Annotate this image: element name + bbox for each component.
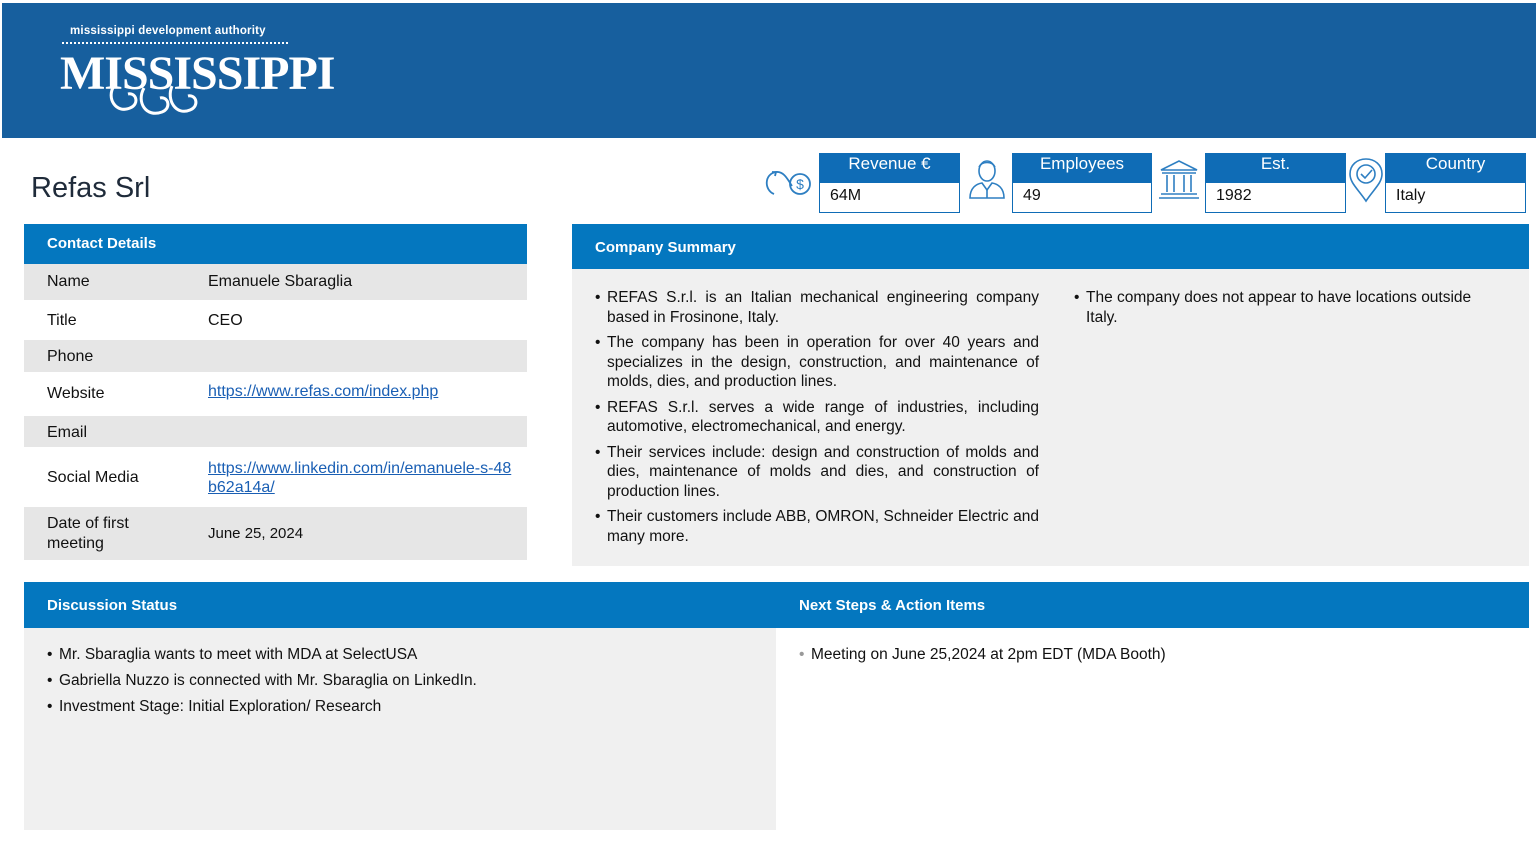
contact-row-title: Title CEO [24,300,527,340]
svg-text:$: $ [796,176,804,192]
company-name: Refas Srl [31,172,151,204]
contact-row-email: Email [24,416,527,447]
logo-tagline: mississippi development authority [70,25,266,37]
contact-row-name: Name Emanuele Sbaraglia [24,264,527,300]
website-link[interactable]: https://www.refas.com/index.php [208,383,438,400]
location-pin-icon [1349,158,1383,203]
contact-row-first-meeting: Date of first meeting June 25, 2024 [24,507,527,560]
established-value: 1982 [1216,187,1252,204]
employees-label: Employees [1013,154,1151,183]
next-steps-list: Meeting on June 25,2024 at 2pm EDT (MDA … [799,645,1499,665]
discussion-bullet: Investment Stage: Initial Exploration/ R… [47,697,747,717]
established-stat: Est. 1982 [1205,153,1346,213]
institution-icon [1159,160,1199,199]
contact-label: Date of first meeting [47,515,129,552]
discussion-list: Mr. Sbaraglia wants to meet with MDA at … [47,645,747,717]
employees-value: 49 [1023,187,1041,204]
established-label: Est. [1206,154,1345,183]
revenue-label: Revenue € [820,154,959,183]
discussion-bullet: Mr. Sbaraglia wants to meet with MDA at … [47,645,747,665]
logo-swirl-icon [109,85,198,115]
next-step-bullet: Meeting on June 25,2024 at 2pm EDT (MDA … [799,645,1499,665]
next-steps-heading: Next Steps & Action Items [776,582,1529,628]
contact-value: https://www.linkedin.com/in/emanuele-s-4… [208,459,518,497]
logo-dotted-rule [62,42,288,44]
contact-row-phone: Phone [24,340,527,372]
contact-row-social: Social Media https://www.linkedin.com/in… [24,447,527,507]
company-summary-heading: Company Summary [572,224,1529,269]
contact-value: https://www.refas.com/index.php [208,383,438,401]
summary-list-left: REFAS S.r.l. is an Italian mechanical en… [595,288,1039,552]
revenue-value: 64M [830,187,862,204]
discussion-bullet: Gabriella Nuzzo is connected with Mr. Sb… [47,671,747,691]
contact-label: Title [47,312,77,329]
contact-row-website: Website https://www.refas.com/index.php [24,372,527,416]
country-label: Country [1386,154,1525,183]
person-icon [969,160,1005,199]
summary-list-right: The company does not appear to have loca… [1074,288,1494,327]
contact-value: Emanuele Sbaraglia [208,273,353,290]
summary-bullet: The company has been in operation for ov… [595,333,1039,392]
summary-bullet: REFAS S.r.l. serves a wide range of indu… [595,398,1039,437]
linkedin-link[interactable]: https://www.linkedin.com/in/emanuele-s-4… [208,460,511,496]
summary-bullet: Their services include: design and const… [595,443,1039,502]
country-value: Italy [1396,187,1426,204]
country-stat: Country Italy [1385,153,1526,213]
discussion-status-heading: Discussion Status [24,582,776,628]
contact-value: June 25, 2024 [208,525,304,542]
contact-label: Email [47,424,88,441]
contact-label: Social Media [47,469,139,486]
summary-bullet: Their customers include ABB, OMRON, Schn… [595,507,1039,546]
revenue-stat: Revenue € 64M [819,153,960,213]
contact-label: Website [47,385,105,402]
contact-label: Name [47,273,90,290]
summary-bullet: REFAS S.r.l. is an Italian mechanical en… [595,288,1039,327]
contact-details-heading: Contact Details [24,224,527,264]
employees-stat: Employees 49 [1012,153,1152,213]
summary-bullet: The company does not appear to have loca… [1074,288,1494,327]
contact-label: Phone [47,348,94,365]
contact-value: CEO [208,312,243,329]
revenue-cycle-icon: $ [765,171,811,195]
